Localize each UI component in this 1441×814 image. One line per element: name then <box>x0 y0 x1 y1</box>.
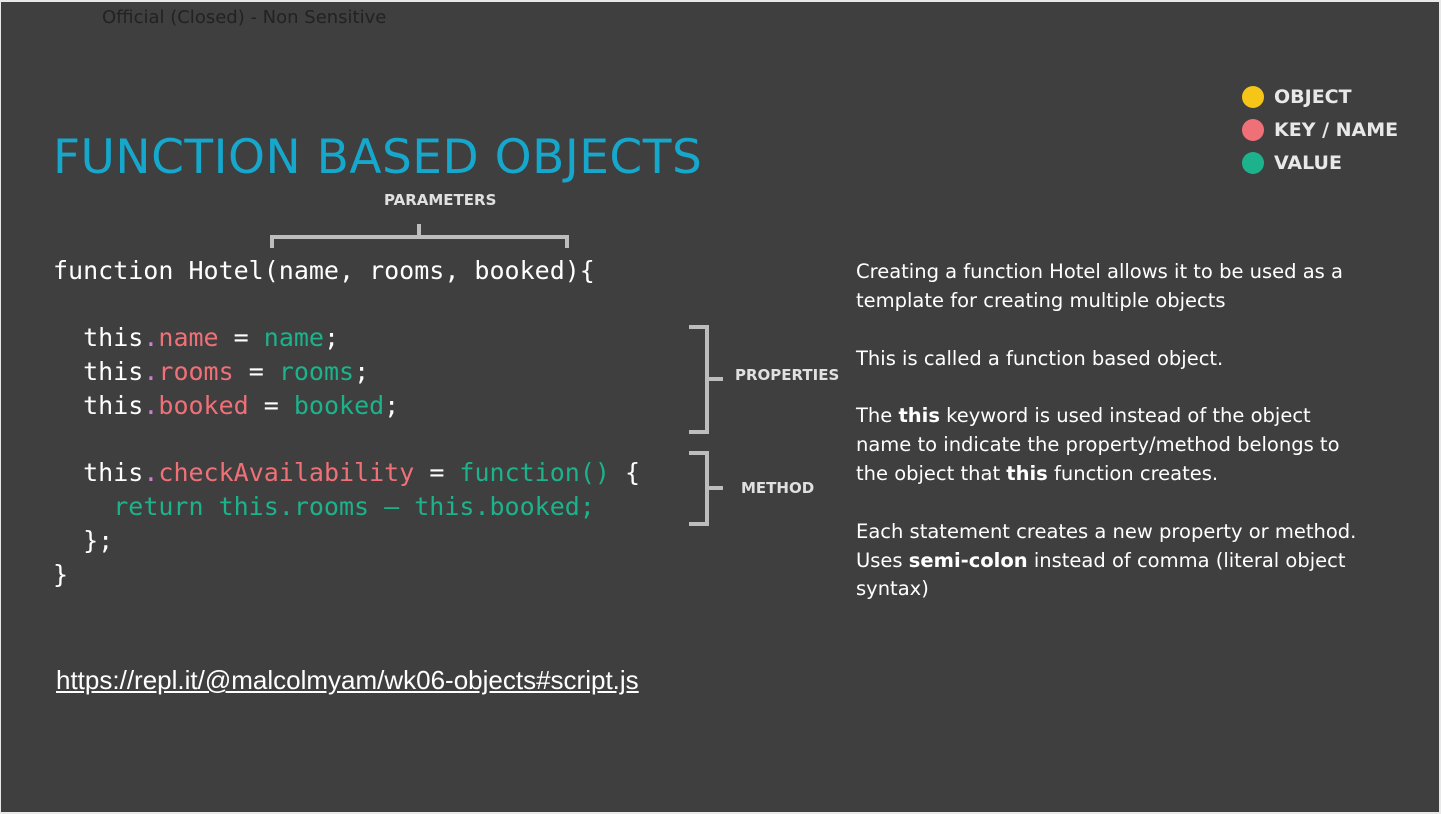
code-this: this <box>83 357 144 386</box>
code-this: this <box>83 458 144 487</box>
code-line: function Hotel(name, rooms, booked){ <box>53 256 595 285</box>
code-punct: ; <box>384 391 400 420</box>
bold-keyword: semi-colon <box>908 548 1028 572</box>
code-dot: . <box>143 391 159 420</box>
parameters-label: PARAMETERS <box>384 191 497 209</box>
method-label: METHOD <box>741 479 815 497</box>
text-run: The <box>856 404 899 428</box>
text-run: keyword is used instead of the object <box>939 404 1311 428</box>
description-line: name to indicate the property/method bel… <box>856 433 1340 457</box>
code-operator: = <box>248 391 294 420</box>
description-line: syntax) <box>856 577 929 601</box>
code-punct: ; <box>354 357 370 386</box>
code-block: function Hotel(name, rooms, booked){ thi… <box>53 254 640 592</box>
bold-keyword: this <box>898 404 940 428</box>
description-paragraph: Each statement creates a new property or… <box>856 518 1416 604</box>
code-operator: = <box>233 357 279 386</box>
code-punct: ; <box>323 323 340 352</box>
code-line: this.booked = booked; <box>53 389 640 423</box>
code-line: }; <box>53 524 640 558</box>
description-paragraph: Creating a function Hotel allows it to b… <box>856 258 1416 316</box>
parameters-bracket <box>270 224 569 248</box>
legend-item-object: OBJECT <box>1242 85 1352 109</box>
legend-item-value: VALUE <box>1242 151 1342 175</box>
description-line: Uses semi-colon instead of comma (litera… <box>856 547 1416 576</box>
text-run: function creates. <box>1047 461 1219 485</box>
code-value: function() <box>459 458 610 487</box>
code-line: return this.rooms – this.booked; <box>53 490 640 524</box>
method-bracket <box>689 451 723 526</box>
description-paragraph: This is called a function based object. <box>856 345 1416 374</box>
code-value: rooms <box>278 357 355 386</box>
text-run: the object that <box>856 461 1007 485</box>
bold-keyword: this <box>1006 461 1048 485</box>
code-dot: . <box>143 323 159 352</box>
code-key: checkAvailability <box>158 458 415 487</box>
legend-label: VALUE <box>1274 152 1342 174</box>
description: Creating a function Hotel allows it to b… <box>856 258 1416 633</box>
slide-title: FUNCTION BASED OBJECTS <box>53 130 703 185</box>
properties-label: PROPERTIES <box>735 366 840 384</box>
code-line: this.checkAvailability = function() { <box>53 456 640 490</box>
description-line: Creating a function Hotel allows it to b… <box>856 260 1343 283</box>
description-line: Each statement creates a new property or… <box>856 519 1357 543</box>
circle-icon <box>1242 152 1264 174</box>
code-this: this <box>83 323 144 352</box>
code-operator: = <box>218 323 264 352</box>
code-value: booked <box>293 391 385 420</box>
description-line: The this keyword is used instead of the … <box>856 402 1416 431</box>
slide: Official (Closed) - Non Sensitive FUNCTI… <box>1 2 1439 812</box>
properties-bracket <box>689 325 723 434</box>
legend-label: OBJECT <box>1274 86 1352 108</box>
code-punct: { <box>609 458 641 487</box>
repl-link[interactable]: https://repl.it/@malcolmyam/wk06-objects… <box>56 665 639 696</box>
circle-icon <box>1242 86 1264 108</box>
code-line: this.name = name; <box>53 321 640 355</box>
code-dot: . <box>143 357 159 386</box>
description-paragraph: The this keyword is used instead of the … <box>856 402 1416 488</box>
circle-icon <box>1242 119 1264 141</box>
description-line: the object that this function creates. <box>856 460 1416 489</box>
code-this: this <box>83 391 144 420</box>
code-line: this.rooms = rooms; <box>53 355 640 389</box>
description-line: template for creating multiple objects <box>856 288 1226 312</box>
legend-label: KEY / NAME <box>1274 119 1399 141</box>
code-value: name <box>263 323 324 352</box>
code-key: name <box>158 323 219 352</box>
code-line: } <box>53 560 69 589</box>
description-line: This is called a function based object. <box>856 346 1224 370</box>
code-operator: = <box>414 458 460 487</box>
code-punct: }; <box>83 526 114 555</box>
legend-item-key: KEY / NAME <box>1242 118 1398 142</box>
code-key: booked <box>158 391 249 420</box>
text-run: instead of comma (literal object <box>1027 548 1346 572</box>
text-run: Uses <box>856 548 909 572</box>
code-key: rooms <box>158 357 234 386</box>
classification-label: Official (Closed) - Non Sensitive <box>102 7 387 28</box>
code-dot: . <box>143 458 159 487</box>
code-return-statement: return this.rooms – this.booked; <box>113 492 595 521</box>
